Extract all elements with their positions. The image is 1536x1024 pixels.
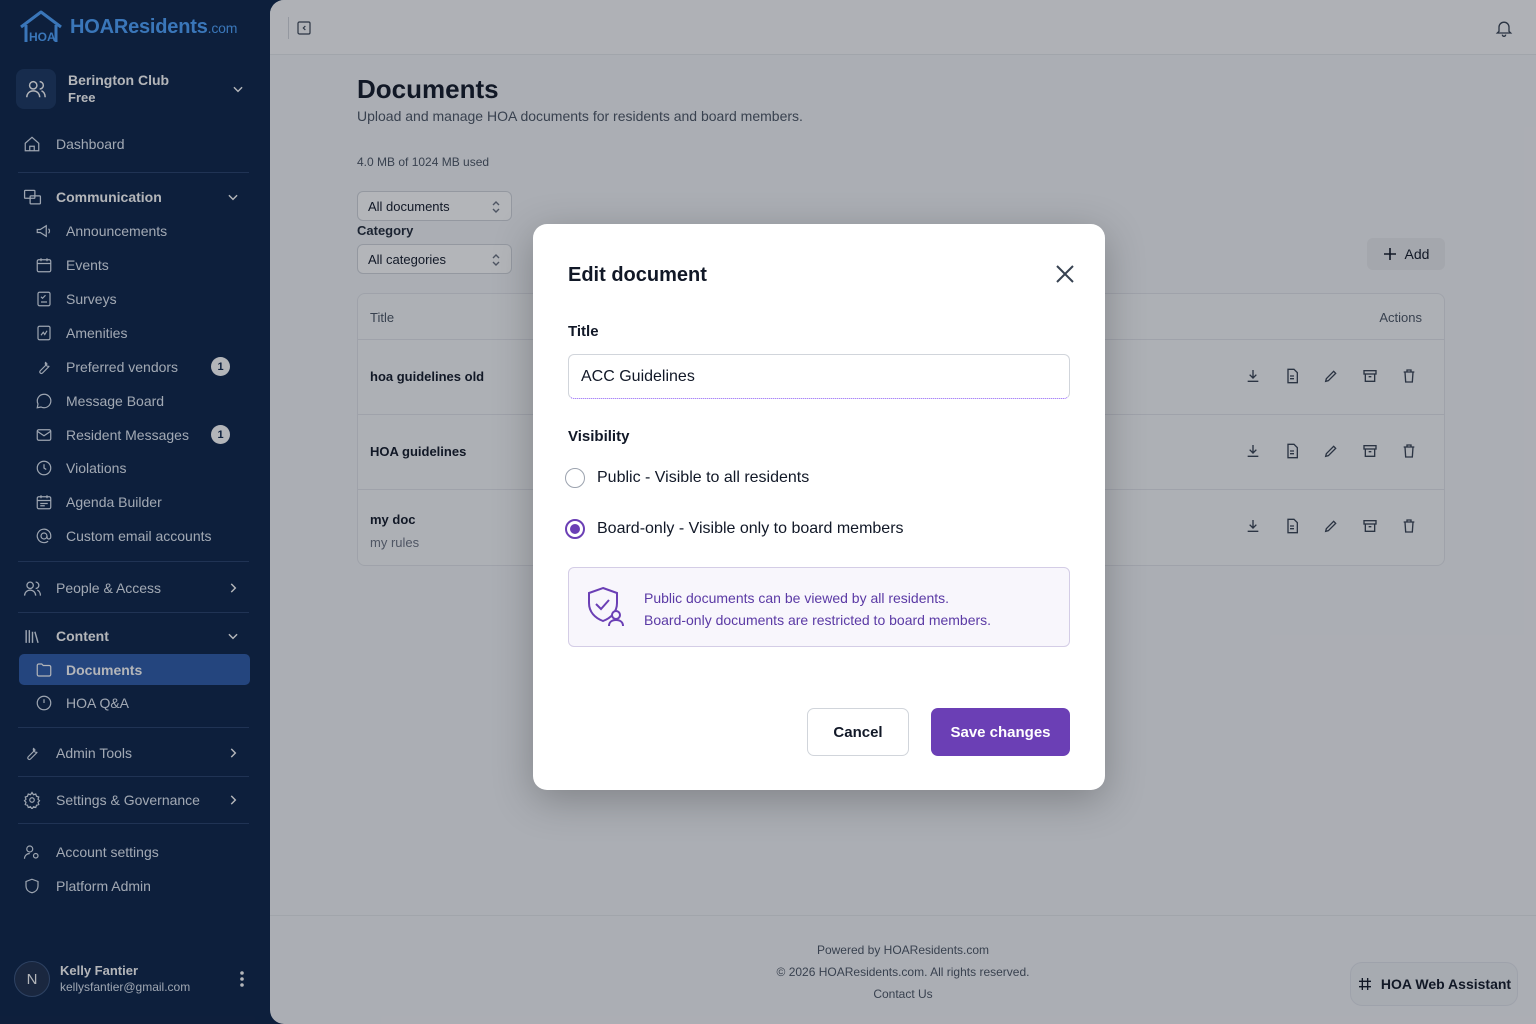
- visibility-info-box: Public documents can be viewed by all re…: [568, 567, 1070, 647]
- visibility-option-board-only[interactable]: Board-only - Visible only to board membe…: [565, 519, 904, 539]
- visibility-option-public[interactable]: Public - Visible to all residents: [565, 468, 809, 488]
- visibility-label: Visibility: [568, 428, 630, 445]
- title-input[interactable]: [568, 354, 1070, 399]
- radio-button-selected[interactable]: [565, 519, 585, 539]
- radio-button[interactable]: [565, 468, 585, 488]
- edit-document-dialog: Edit document Title Visibility Public - …: [533, 224, 1105, 790]
- info-line-board: Board-only documents are restricted to b…: [644, 612, 992, 628]
- shield-user-icon: [588, 586, 624, 627]
- dialog-title: Edit document: [568, 264, 707, 286]
- cancel-button[interactable]: Cancel: [807, 708, 909, 756]
- title-field-label: Title: [568, 323, 599, 340]
- info-line-public: Public documents can be viewed by all re…: [644, 590, 950, 606]
- save-changes-button[interactable]: Save changes: [931, 708, 1070, 756]
- close-icon[interactable]: [1054, 263, 1076, 285]
